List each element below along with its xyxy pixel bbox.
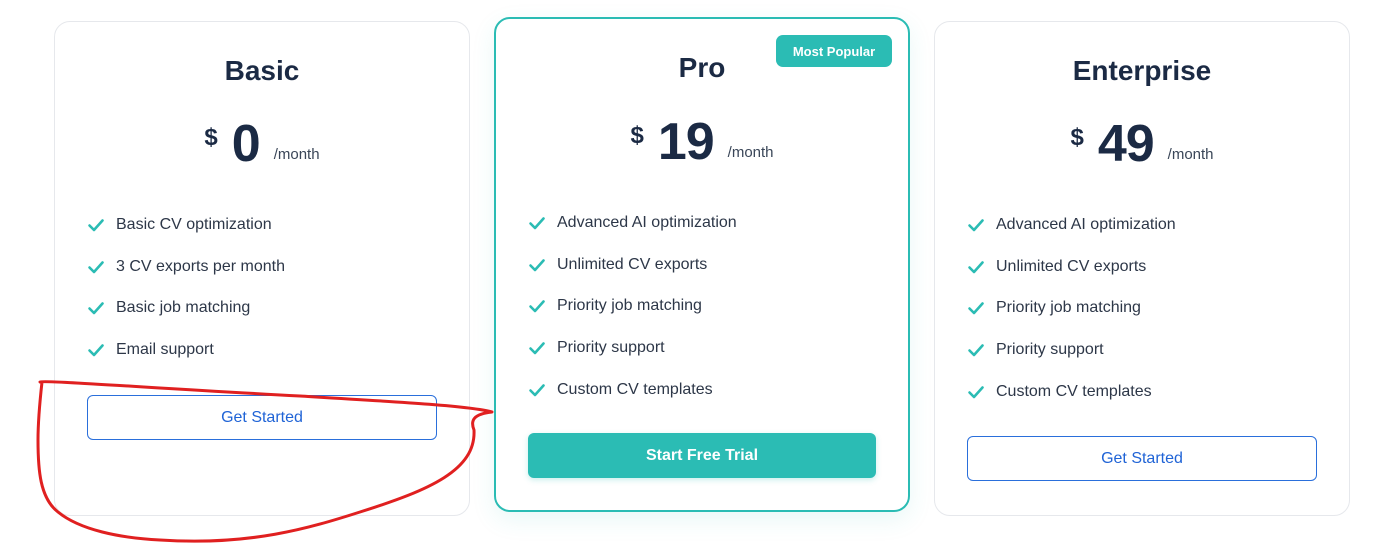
price-period: /month xyxy=(1167,146,1214,163)
price-amount: 49 xyxy=(1097,115,1155,173)
feature-label: Priority job matching xyxy=(996,299,1141,317)
price-currency: $ xyxy=(204,124,218,151)
feature-label: Priority job matching xyxy=(557,297,702,315)
price: $ 0 /month xyxy=(55,118,469,170)
feature-label: Priority support xyxy=(557,338,665,356)
feature-item: Custom CV templates xyxy=(528,369,876,411)
feature-label: Custom CV templates xyxy=(996,382,1152,400)
check-icon xyxy=(87,258,105,276)
feature-item: Unlimited CV exports xyxy=(967,246,1317,288)
check-icon xyxy=(967,299,985,317)
feature-item: Priority job matching xyxy=(528,285,876,327)
feature-item: Email support xyxy=(87,329,437,371)
plan-name: Basic xyxy=(224,55,300,86)
check-icon xyxy=(87,216,105,234)
feature-item: Priority support xyxy=(967,329,1317,371)
feature-item: Advanced AI optimization xyxy=(967,204,1317,246)
pricing-card-pro: Most Popular Pro $ 19 /month Advanced AI… xyxy=(494,17,910,512)
feature-label: Basic CV optimization xyxy=(116,215,272,233)
check-icon xyxy=(528,256,546,274)
feature-label: Basic job matching xyxy=(116,299,251,317)
feature-label: Custom CV templates xyxy=(557,380,713,398)
feature-label: Unlimited CV exports xyxy=(557,255,708,273)
get-started-button[interactable]: Get Started xyxy=(967,436,1317,481)
price-currency: $ xyxy=(1070,124,1084,151)
check-icon xyxy=(967,258,985,276)
check-icon xyxy=(528,381,546,399)
pricing-card-basic: Basic $ 0 /month Basic CV optimization 3… xyxy=(54,21,470,516)
feature-item: Custom CV templates xyxy=(967,371,1317,413)
pricing-card-enterprise: Enterprise $ 49 /month Advanced AI optim… xyxy=(934,21,1350,516)
feature-item: Priority support xyxy=(528,327,876,369)
check-icon xyxy=(87,341,105,359)
feature-item: Unlimited CV exports xyxy=(528,244,876,286)
price: $ 19 /month xyxy=(496,116,908,168)
feature-label: Unlimited CV exports xyxy=(996,257,1147,275)
check-icon xyxy=(967,383,985,401)
check-icon xyxy=(967,216,985,234)
start-free-trial-button[interactable]: Start Free Trial xyxy=(528,433,876,478)
feature-list: Advanced AI optimization Unlimited CV ex… xyxy=(528,202,876,410)
feature-label: 3 CV exports per month xyxy=(116,257,285,275)
plan-name: Pro xyxy=(678,52,726,83)
check-icon xyxy=(528,214,546,232)
feature-list: Basic CV optimization 3 CV exports per m… xyxy=(87,204,437,371)
feature-item: Priority job matching xyxy=(967,287,1317,329)
feature-item: 3 CV exports per month xyxy=(87,246,437,288)
feature-item: Basic job matching xyxy=(87,287,437,329)
price-amount: 0 xyxy=(231,115,261,173)
feature-label: Priority support xyxy=(996,340,1104,358)
price-period: /month xyxy=(273,146,320,163)
check-icon xyxy=(528,297,546,315)
feature-label: Advanced AI optimization xyxy=(557,213,737,231)
feature-item: Advanced AI optimization xyxy=(528,202,876,244)
feature-label: Email support xyxy=(116,340,214,358)
feature-item: Basic CV optimization xyxy=(87,204,437,246)
price-currency: $ xyxy=(630,122,644,149)
price: $ 49 /month xyxy=(935,118,1349,170)
feature-list: Advanced AI optimization Unlimited CV ex… xyxy=(967,204,1317,412)
price-amount: 19 xyxy=(657,113,715,171)
price-period: /month xyxy=(727,144,774,161)
check-icon xyxy=(967,341,985,359)
get-started-button[interactable]: Get Started xyxy=(87,395,437,440)
plan-name: Enterprise xyxy=(1072,55,1212,86)
check-icon xyxy=(528,339,546,357)
check-icon xyxy=(87,299,105,317)
feature-label: Advanced AI optimization xyxy=(996,215,1176,233)
